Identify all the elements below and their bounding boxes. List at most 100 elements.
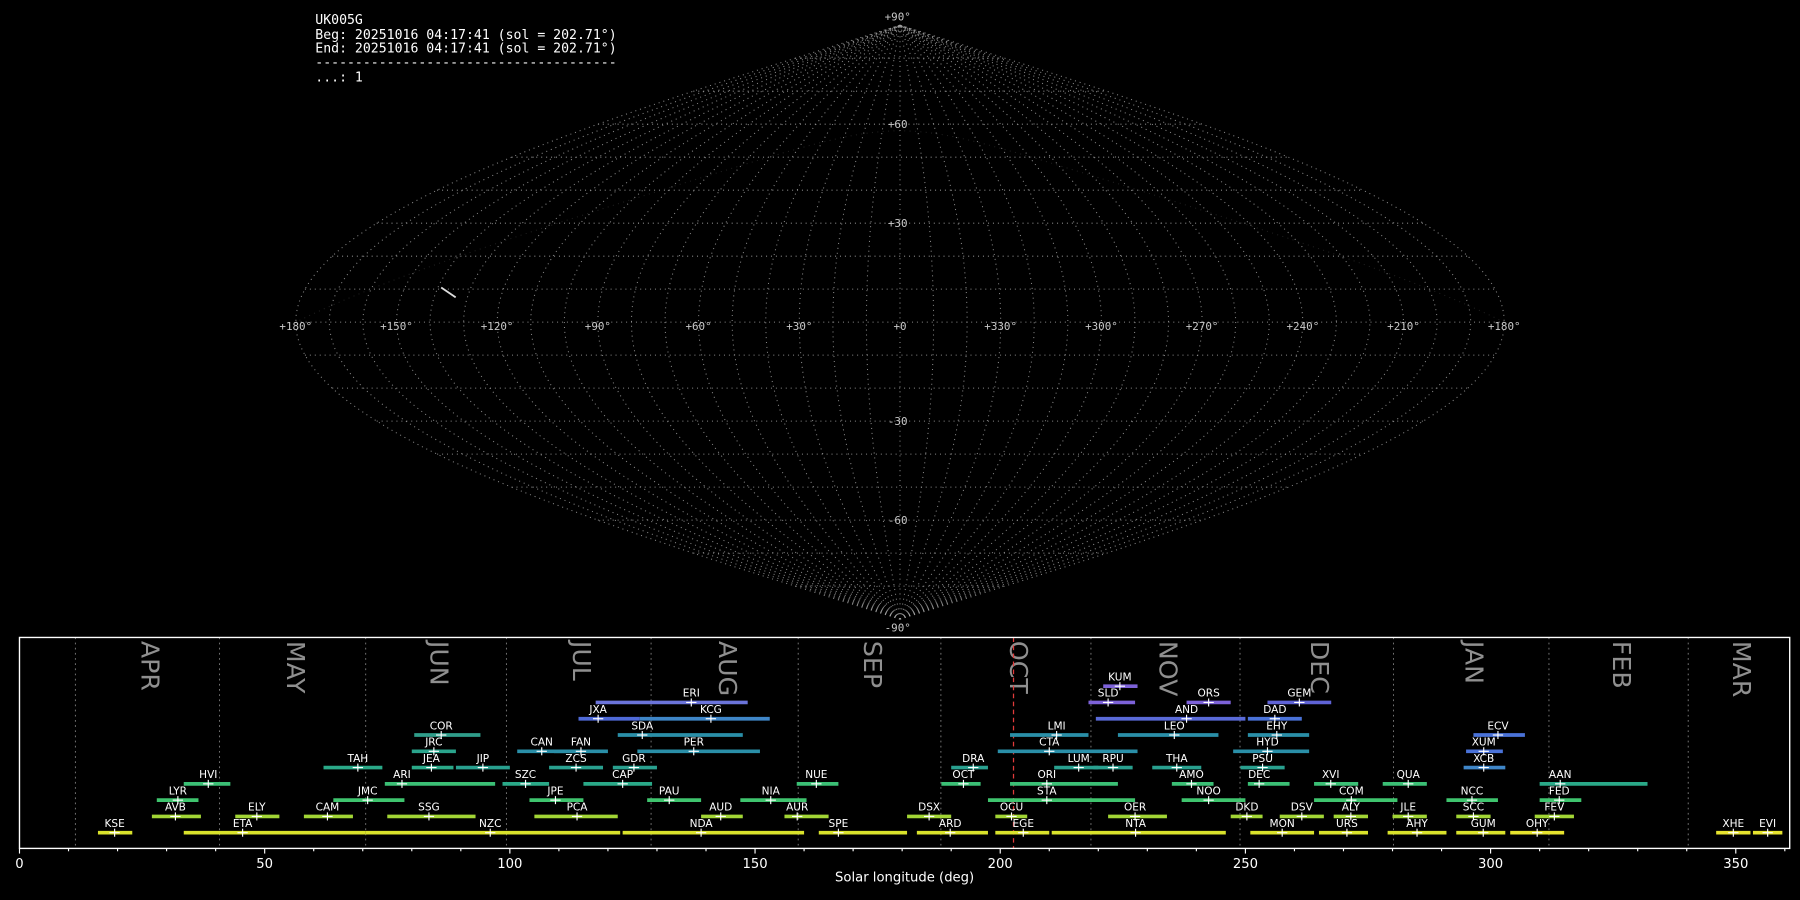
- shower-label: GEM: [1287, 688, 1311, 700]
- month-label-NOV: NOV: [1154, 641, 1183, 697]
- x-axis-title: Solar longitude (deg): [835, 871, 974, 886]
- shower-label: DAD: [1263, 704, 1286, 716]
- shower-label: GDR: [622, 753, 646, 765]
- shower-label: LUM: [1068, 753, 1090, 765]
- shower-label: HYD: [1256, 737, 1278, 749]
- month-label-JUN: JUN: [424, 639, 453, 686]
- shower-label: ORI: [1037, 769, 1056, 781]
- x-tick-label: 50: [256, 857, 273, 872]
- shower-label: AND: [1175, 704, 1198, 716]
- month-label-MAY: MAY: [281, 641, 310, 694]
- shower-label: ZCS: [565, 753, 587, 765]
- lon-label: +300°: [1085, 320, 1118, 333]
- shower-label: FED: [1549, 785, 1570, 797]
- x-tick-label: 250: [1233, 857, 1258, 872]
- shower-label: JMC: [357, 785, 378, 797]
- shower-label: JPE: [546, 785, 563, 797]
- shower-label: CAM: [316, 802, 340, 814]
- lat-label: -30: [888, 415, 908, 428]
- lon-label: +330°: [984, 320, 1017, 333]
- shower-label: COM: [1339, 785, 1364, 797]
- shower-label: KCG: [700, 704, 722, 716]
- shower-label: LEO: [1164, 720, 1185, 732]
- shower-label: EGE: [1013, 818, 1034, 830]
- shower-label: PSU: [1252, 753, 1273, 765]
- shower-label: CAN: [531, 737, 553, 749]
- month-label-FEB: FEB: [1607, 641, 1636, 689]
- shower-label: CTA: [1039, 737, 1060, 749]
- shower-label: NOO: [1196, 785, 1220, 797]
- shower-label: ERI: [683, 688, 700, 700]
- shower-label: AUD: [709, 802, 732, 814]
- shower-label: SSG: [418, 802, 440, 814]
- month-label-JUL: JUL: [567, 639, 596, 681]
- lon-label: +30°: [786, 320, 812, 333]
- shower-label: NZC: [479, 818, 501, 830]
- shower-label: URS: [1336, 818, 1358, 830]
- shower-label: EVI: [1759, 818, 1776, 830]
- shower-label: SZC: [515, 769, 536, 781]
- month-label-JAN: JAN: [1459, 639, 1488, 684]
- shower-label: TAH: [346, 753, 368, 765]
- shower-DKD: DKD: [1230, 802, 1263, 821]
- begin-time-line: Beg: 20251016 04:17:41 (sol = 202.71°): [315, 28, 616, 43]
- shower-label: NCC: [1461, 785, 1484, 797]
- shower-label: JRC: [424, 737, 442, 749]
- shower-label: NTA: [1125, 818, 1146, 830]
- month-label-AUG: AUG: [713, 641, 742, 696]
- shower-label: NDA: [690, 818, 714, 830]
- shower-label: ALY: [1342, 802, 1361, 814]
- shower-label: LYR: [169, 785, 188, 797]
- shower-label: AAN: [1549, 769, 1572, 781]
- shower-label: THA: [1165, 753, 1188, 765]
- lon-label: +90°: [585, 320, 611, 333]
- shower-label: SLD: [1098, 688, 1119, 700]
- shower-label: XUM: [1472, 737, 1496, 749]
- month-label-DEC: DEC: [1305, 641, 1334, 694]
- shower-label: ORS: [1197, 688, 1220, 700]
- station-id: UK005G: [315, 13, 363, 28]
- shower-label: FEV: [1544, 802, 1565, 814]
- lon-label: +60°: [685, 320, 711, 333]
- shower-label: ELY: [248, 802, 266, 814]
- shower-label: FAN: [571, 737, 591, 749]
- shower-label: OER: [1124, 802, 1147, 814]
- lon-label: +0: [893, 320, 906, 333]
- lon-label: +240°: [1287, 320, 1320, 333]
- shower-label: HVI: [199, 769, 217, 781]
- shower-label: ARD: [939, 818, 962, 830]
- x-tick-label: 200: [988, 857, 1013, 872]
- shower-label: JEA: [422, 753, 441, 765]
- lon-label: +270°: [1186, 320, 1219, 333]
- x-tick-label: 150: [742, 857, 767, 872]
- lat-label: -60: [888, 514, 908, 527]
- shower-label: NUE: [805, 769, 827, 781]
- x-tick-label: 350: [1723, 857, 1748, 872]
- month-label-SEP: SEP: [858, 641, 887, 688]
- month-label-OCT: OCT: [1004, 641, 1033, 694]
- shower-label: PER: [684, 737, 705, 749]
- shower-label: AMO: [1179, 769, 1204, 781]
- shower-label: DKD: [1235, 802, 1258, 814]
- month-label-APR: APR: [136, 641, 165, 691]
- lat-label: +90°: [885, 11, 911, 24]
- shower-label: JIP: [476, 753, 490, 765]
- shower-label: SCC: [1463, 802, 1484, 814]
- shower-label: XVI: [1322, 769, 1340, 781]
- lon-label: +180°: [279, 320, 312, 333]
- shower-label: STA: [1037, 785, 1057, 797]
- shower-label: XCB: [1473, 753, 1494, 765]
- shower-label: OHY: [1526, 818, 1549, 830]
- month-label-MAR: MAR: [1727, 641, 1756, 698]
- shower-label: SPE: [829, 818, 849, 830]
- shower-label: RPU: [1102, 753, 1123, 765]
- shower-label: DEC: [1248, 769, 1270, 781]
- shower-label: PCA: [567, 802, 589, 814]
- shower-label: LMI: [1048, 720, 1066, 732]
- shower-label: SDA: [631, 720, 654, 732]
- shower-label: PAU: [659, 785, 680, 797]
- shower-label: NIA: [762, 785, 781, 797]
- shower-label: JXA: [588, 704, 607, 716]
- shower-label: XHE: [1722, 818, 1744, 830]
- lon-label: +150°: [380, 320, 413, 333]
